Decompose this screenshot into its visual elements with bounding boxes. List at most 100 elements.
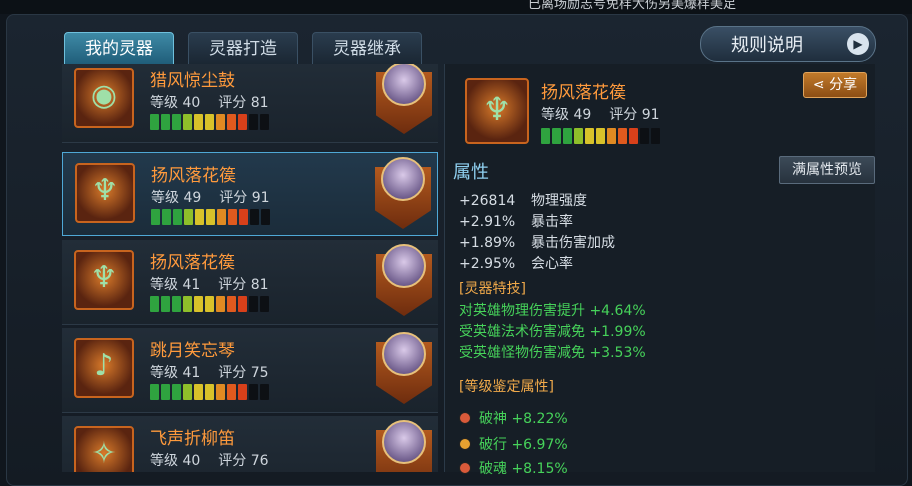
quality-bar-segment: [161, 114, 170, 130]
item-score: 评分 81: [218, 95, 269, 111]
quality-bar-segment: [183, 114, 192, 130]
grade-line: 破神 +8.22%: [479, 411, 568, 427]
item-list[interactable]: ◉ 猎风惊尘鼓等级 40 评分 81 ♆ 扬风落花篌 等级 49 评分 91 ♆ 扬风落花篌等级…: [62, 64, 438, 472]
tab-forge[interactable]: 灵器打造: [188, 32, 298, 66]
quality-bar: [150, 384, 269, 400]
top-banner-strip: 已离场励志号免样大伤另美爆样美足: [0, 0, 912, 14]
share-button[interactable]: ⋖ 分享: [803, 72, 867, 98]
quality-bar-segment: [261, 209, 270, 225]
item-row[interactable]: ♆ 扬风落花篌 等级 49 评分 91: [62, 152, 438, 236]
detail-quality-bar: [541, 128, 660, 144]
quality-bar-segment: [651, 128, 660, 144]
quality-bar-segment: [585, 128, 594, 144]
hero-portrait-maiden-icon: [382, 244, 426, 288]
detail-panel: ♆ 扬风落花篌 等级 49 评分 91 ⋖ 分享 属性 满属性预览 +26814 物…: [444, 64, 875, 477]
grade-dot-icon: [459, 412, 471, 424]
hero-portrait-warrior-icon: [382, 420, 426, 464]
rules-button[interactable]: 规则说明 ▶: [700, 26, 876, 62]
lute-icon: ♪: [74, 338, 134, 398]
hero-portrait-warrior-icon: [382, 332, 426, 376]
quality-bar-segment: [249, 384, 258, 400]
grade-line: 破魂 +8.15%: [479, 461, 568, 477]
skill-header: [灵器特技]: [459, 281, 526, 297]
item-stats: 等级 40 评分 81: [150, 92, 269, 112]
full-attribute-preview-button[interactable]: 满属性预览: [779, 156, 875, 184]
attribute-row: +2.95% 会心率: [459, 256, 573, 272]
quality-bar-segment: [184, 209, 193, 225]
quality-bar-segment: [260, 114, 269, 130]
item-row[interactable]: ♆ 扬风落花篌等级 41 评分 81: [62, 240, 438, 325]
grade-header: [等级鉴定属性]: [459, 379, 554, 395]
item-stats: 等级 41 评分 81: [150, 274, 269, 294]
quality-bar-segment: [249, 296, 258, 312]
item-stats: 等级 40 评分 76: [150, 450, 269, 470]
hero-portrait-demon-icon: [382, 64, 426, 106]
quality-bar-segment: [162, 209, 171, 225]
quality-bar-segment: [206, 209, 215, 225]
quality-bar-segment: [596, 128, 605, 144]
quality-bar-segment: [173, 209, 182, 225]
quality-bar-segment: [563, 128, 572, 144]
skill-line: 受英雄怪物伤害减免 +3.53%: [459, 345, 646, 361]
hero-badge[interactable]: [376, 420, 432, 472]
quality-bar-segment: [217, 209, 226, 225]
quality-bar-segment: [629, 128, 638, 144]
quality-bar-segment: [216, 114, 225, 130]
quality-bar-segment: [250, 209, 259, 225]
quality-bar-segment: [194, 384, 203, 400]
hero-badge[interactable]: [375, 157, 431, 229]
item-level: 等级 41: [150, 277, 201, 293]
item-level: 等级 40: [150, 95, 201, 111]
tab-my-spirit-items[interactable]: 我的灵器: [64, 32, 174, 66]
quality-bar: [151, 209, 270, 225]
tab-inherit[interactable]: 灵器继承: [312, 32, 422, 66]
quality-bar-segment: [194, 114, 203, 130]
share-label: 分享: [829, 77, 858, 93]
banner-text: 已离场励志号免样大伤另美爆样美足: [528, 0, 737, 12]
harp-icon: ♆: [465, 78, 529, 144]
quality-bar-segment: [205, 114, 214, 130]
item-name: 扬风落花篌: [150, 253, 235, 273]
item-row[interactable]: ◉ 猎风惊尘鼓等级 40 评分 81: [62, 64, 438, 143]
play-arrow-icon: ▶: [847, 33, 869, 55]
hero-portrait-maiden-icon: [381, 157, 425, 201]
item-row[interactable]: ♪ 跳月笑忘琴等级 41 评分 75: [62, 328, 438, 413]
item-level: 等级 41: [150, 365, 201, 381]
quality-bar: [150, 114, 269, 130]
hero-badge[interactable]: [376, 332, 432, 404]
quality-bar-segment: [183, 384, 192, 400]
item-name: 飞声折柳笛: [150, 429, 235, 449]
skill-line: 受英雄法术伤害减免 +1.99%: [459, 324, 646, 340]
quality-bar-segment: [552, 128, 561, 144]
hero-badge[interactable]: [376, 244, 432, 316]
attribute-row: +26814 物理强度: [459, 193, 587, 209]
hero-badge[interactable]: [376, 64, 432, 134]
detail-stats: 等级 49 评分 91: [541, 104, 660, 124]
item-score: 评分 81: [218, 277, 269, 293]
attribute-row: +2.91% 暴击率: [459, 214, 573, 230]
item-name: 猎风惊尘鼓: [150, 71, 235, 91]
quality-bar-segment: [195, 209, 204, 225]
grade-dot-icon: [459, 438, 471, 450]
item-stats: 等级 41 评分 75: [150, 362, 269, 382]
quality-bar-segment: [228, 209, 237, 225]
item-level: 等级 40: [150, 453, 201, 469]
item-score: 评分 75: [218, 365, 269, 381]
item-name: 跳月笑忘琴: [150, 341, 235, 361]
quality-bar-segment: [194, 296, 203, 312]
quality-bar-segment: [216, 384, 225, 400]
quality-bar-segment: [260, 296, 269, 312]
quality-bar-segment: [205, 296, 214, 312]
quality-bar-segment: [161, 384, 170, 400]
attributes-title: 属性: [453, 162, 489, 183]
item-level: 等级 49: [151, 190, 202, 206]
grade-dot-icon: [459, 462, 471, 474]
item-row[interactable]: ✧ 飞声折柳笛 等级 40 评分 76: [62, 416, 438, 472]
item-stats: 等级 49 评分 91: [151, 187, 270, 207]
quality-bar-segment: [216, 296, 225, 312]
item-score: 评分 91: [219, 190, 270, 206]
harp-icon: ♆: [74, 250, 134, 310]
grade-line: 破行 +6.97%: [479, 437, 568, 453]
drum-icon: ◉: [74, 68, 134, 128]
quality-bar-segment: [574, 128, 583, 144]
